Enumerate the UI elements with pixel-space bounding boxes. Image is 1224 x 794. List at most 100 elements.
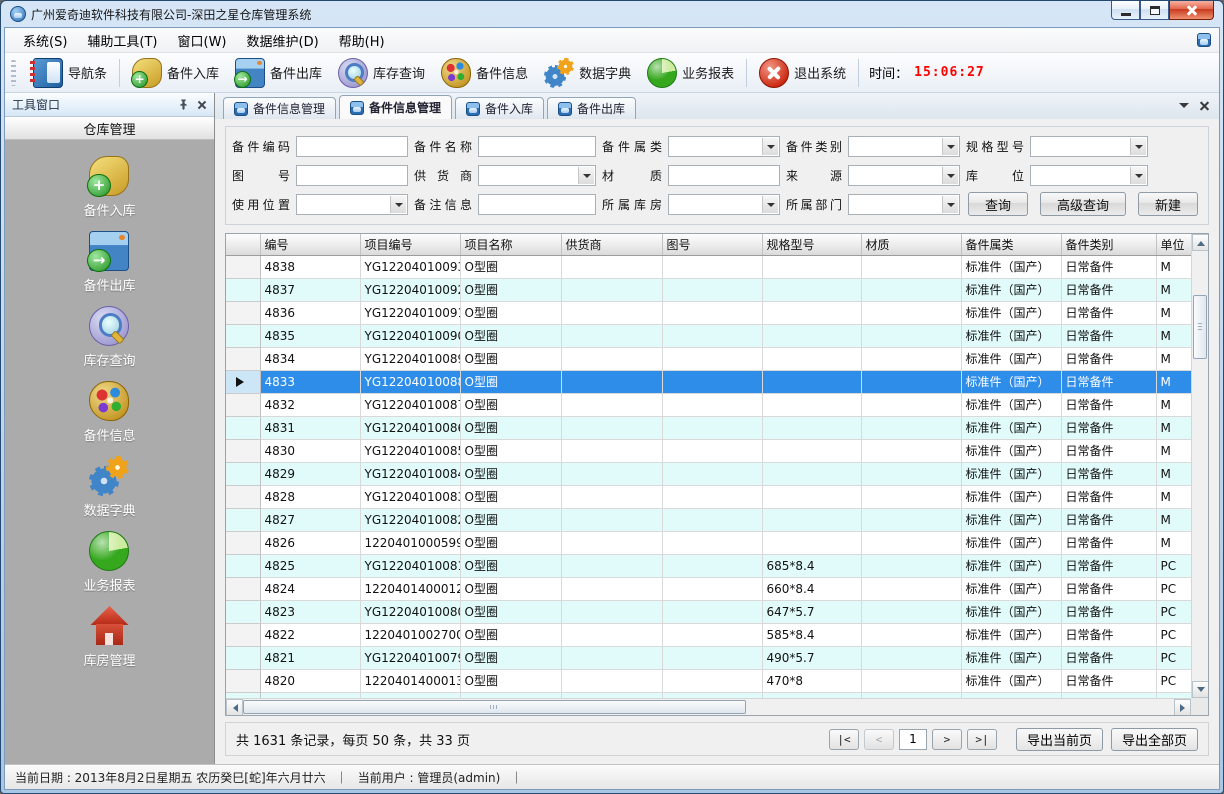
- sidebar-section-title[interactable]: 仓库管理: [5, 117, 214, 140]
- select-department[interactable]: [848, 194, 960, 215]
- sidebar-item-stock-query[interactable]: 库存查询: [83, 306, 135, 369]
- table-row[interactable]: 4830YG12204010085O型圈标准件（国产）日常备件M: [226, 439, 1196, 462]
- select-source[interactable]: [848, 165, 960, 186]
- tab-close-icon[interactable]: [1199, 101, 1209, 111]
- table-row[interactable]: 48221220401002700O型圈585*8.4标准件（国产）日常备件PC: [226, 623, 1196, 646]
- select-spec-model[interactable]: [1030, 136, 1148, 157]
- horizontal-scroll-thumb[interactable]: [243, 700, 746, 714]
- table-row[interactable]: 4828YG12204010083O型圈标准件（国产）日常备件M: [226, 485, 1196, 508]
- table-row[interactable]: 4834YG12204010089O型圈标准件（国产）日常备件M: [226, 347, 1196, 370]
- maximize-button[interactable]: [1140, 1, 1169, 20]
- table-row[interactable]: 4825YG12204010081O型圈685*8.4标准件（国产）日常备件PC: [226, 554, 1196, 577]
- tab-parts-info-mgmt-2[interactable]: 备件信息管理: [339, 95, 452, 119]
- toolbar-button-parts-out[interactable]: 备件出库: [227, 55, 330, 91]
- table-row[interactable]: 48201220401400013O型圈470*8标准件（国产）日常备件PC: [226, 669, 1196, 692]
- input-part-code[interactable]: [296, 136, 408, 157]
- select-bin-location[interactable]: [1030, 165, 1148, 186]
- column-header[interactable]: 单位: [1156, 234, 1196, 255]
- last-page-button[interactable]: >|: [967, 729, 997, 750]
- cell: YG12204010079: [360, 646, 460, 669]
- menu-window-icon[interactable]: [1197, 33, 1211, 47]
- table-row[interactable]: 4821YG12204010079O型圈490*5.7标准件（国产）日常备件PC: [226, 646, 1196, 669]
- close-button[interactable]: [1169, 1, 1214, 20]
- scroll-right-button[interactable]: [1174, 699, 1191, 716]
- toolbar-button-stock-query[interactable]: 库存查询: [330, 55, 433, 91]
- sidebar-item-data-dict[interactable]: 数据字典: [83, 456, 135, 519]
- sidebar-item-report[interactable]: 业务报表: [83, 531, 135, 594]
- scroll-up-button[interactable]: [1192, 234, 1209, 251]
- menu-item-data-maintain[interactable]: 数据维护(D): [237, 29, 329, 52]
- pin-icon[interactable]: [178, 99, 189, 110]
- menu-item-system[interactable]: 系统(S): [13, 29, 77, 52]
- vertical-scroll-thumb[interactable]: [1193, 295, 1207, 359]
- table-row[interactable]: 4833YG12204010088O型圈标准件（国产）日常备件M: [226, 370, 1196, 393]
- toolbar-button-nav[interactable]: 导航条: [21, 55, 115, 91]
- select-part-class[interactable]: [848, 136, 960, 157]
- prev-page-button[interactable]: <: [864, 729, 894, 750]
- sidebar-item-parts-info[interactable]: 备件信息: [83, 381, 135, 444]
- table-row[interactable]: 4827YG12204010082O型圈标准件（国产）日常备件M: [226, 508, 1196, 531]
- select-use-position[interactable]: [296, 194, 408, 215]
- table-row[interactable]: 4829YG12204010084O型圈标准件（国产）日常备件M: [226, 462, 1196, 485]
- advanced-query-button[interactable]: 高级查询: [1040, 192, 1126, 216]
- sidebar-item-parts-in[interactable]: 备件入库: [83, 156, 135, 219]
- table-row[interactable]: 4832YG12204010087O型圈标准件（国产）日常备件M: [226, 393, 1196, 416]
- sidebar-item-warehouse[interactable]: 库房管理: [83, 606, 135, 669]
- column-header[interactable]: 备件类别: [1061, 234, 1156, 255]
- toolbar-button-parts-info[interactable]: 备件信息: [433, 55, 536, 91]
- table-row[interactable]: 4835YG12204010090O型圈标准件（国产）日常备件M: [226, 324, 1196, 347]
- export-current-page-button[interactable]: 导出当前页: [1016, 728, 1103, 751]
- input-drawing-no[interactable]: [296, 165, 408, 186]
- toolbar-button-data-dict[interactable]: 数据字典: [536, 55, 639, 91]
- column-header[interactable]: 项目名称: [460, 234, 561, 255]
- minimize-button[interactable]: [1111, 1, 1140, 20]
- page-number-input[interactable]: [899, 729, 927, 750]
- column-header[interactable]: 供货商: [561, 234, 662, 255]
- first-page-button[interactable]: |<: [829, 729, 859, 750]
- table-row[interactable]: 4836YG12204010091O型圈标准件（国产）日常备件M: [226, 301, 1196, 324]
- menu-item-tools[interactable]: 辅助工具(T): [77, 29, 167, 52]
- table-row[interactable]: 4837YG12204010092O型圈标准件（国产）日常备件M: [226, 278, 1196, 301]
- query-button[interactable]: 查询: [968, 192, 1028, 216]
- table-row[interactable]: 48261220401000599O型圈标准件（国产）日常备件M: [226, 531, 1196, 554]
- table-row[interactable]: 4838YG12204010093O型圈标准件（国产）日常备件M: [226, 255, 1196, 278]
- table-row[interactable]: 48241220401400012O型圈660*8.4标准件（国产）日常备件PC: [226, 577, 1196, 600]
- sidebar-close-icon[interactable]: [197, 100, 207, 110]
- tab-parts-out[interactable]: 备件出库: [547, 97, 636, 119]
- column-header[interactable]: 项目编号: [360, 234, 460, 255]
- scroll-down-button[interactable]: [1192, 681, 1209, 698]
- export-all-pages-button[interactable]: 导出全部页: [1111, 728, 1198, 751]
- horizontal-scrollbar[interactable]: [226, 698, 1191, 715]
- select-part-category[interactable]: [668, 136, 780, 157]
- vertical-scroll-track[interactable]: [1192, 251, 1208, 681]
- sidebar-item-parts-out[interactable]: 备件出库: [83, 231, 135, 294]
- tab-parts-info-mgmt-1[interactable]: 备件信息管理: [223, 97, 336, 119]
- input-material[interactable]: [668, 165, 780, 186]
- input-remark[interactable]: [478, 194, 596, 215]
- cell: PC: [1156, 554, 1196, 577]
- toolbar-button-report[interactable]: 业务报表: [639, 55, 742, 91]
- table-row[interactable]: 4823YG12204010080O型圈647*5.7标准件（国产）日常备件PC: [226, 600, 1196, 623]
- select-warehouse[interactable]: [668, 194, 780, 215]
- chevron-down-icon[interactable]: [1179, 103, 1189, 113]
- input-part-name[interactable]: [478, 136, 596, 157]
- column-header[interactable]: 图号: [662, 234, 762, 255]
- column-header[interactable]: 规格型号: [762, 234, 861, 255]
- tab-parts-in[interactable]: 备件入库: [455, 97, 544, 119]
- toolbar-grip[interactable]: [11, 60, 16, 86]
- column-header[interactable]: 材质: [861, 234, 961, 255]
- vertical-scrollbar[interactable]: [1191, 234, 1208, 698]
- horizontal-scroll-track[interactable]: [243, 699, 1174, 715]
- column-header[interactable]: 编号: [260, 234, 360, 255]
- cell: 1220401000599: [360, 531, 460, 554]
- table-row[interactable]: 4831YG12204010086O型圈标准件（国产）日常备件M: [226, 416, 1196, 439]
- new-button[interactable]: 新建: [1138, 192, 1198, 216]
- select-supplier[interactable]: [478, 165, 596, 186]
- scroll-left-button[interactable]: [226, 699, 243, 716]
- column-header[interactable]: 备件属类: [961, 234, 1061, 255]
- menu-item-window[interactable]: 窗口(W): [168, 29, 237, 52]
- toolbar-button-parts-in[interactable]: 备件入库: [124, 55, 227, 91]
- menu-item-help[interactable]: 帮助(H): [329, 29, 395, 52]
- toolbar-button-exit[interactable]: 退出系统: [751, 55, 854, 91]
- next-page-button[interactable]: >: [932, 729, 962, 750]
